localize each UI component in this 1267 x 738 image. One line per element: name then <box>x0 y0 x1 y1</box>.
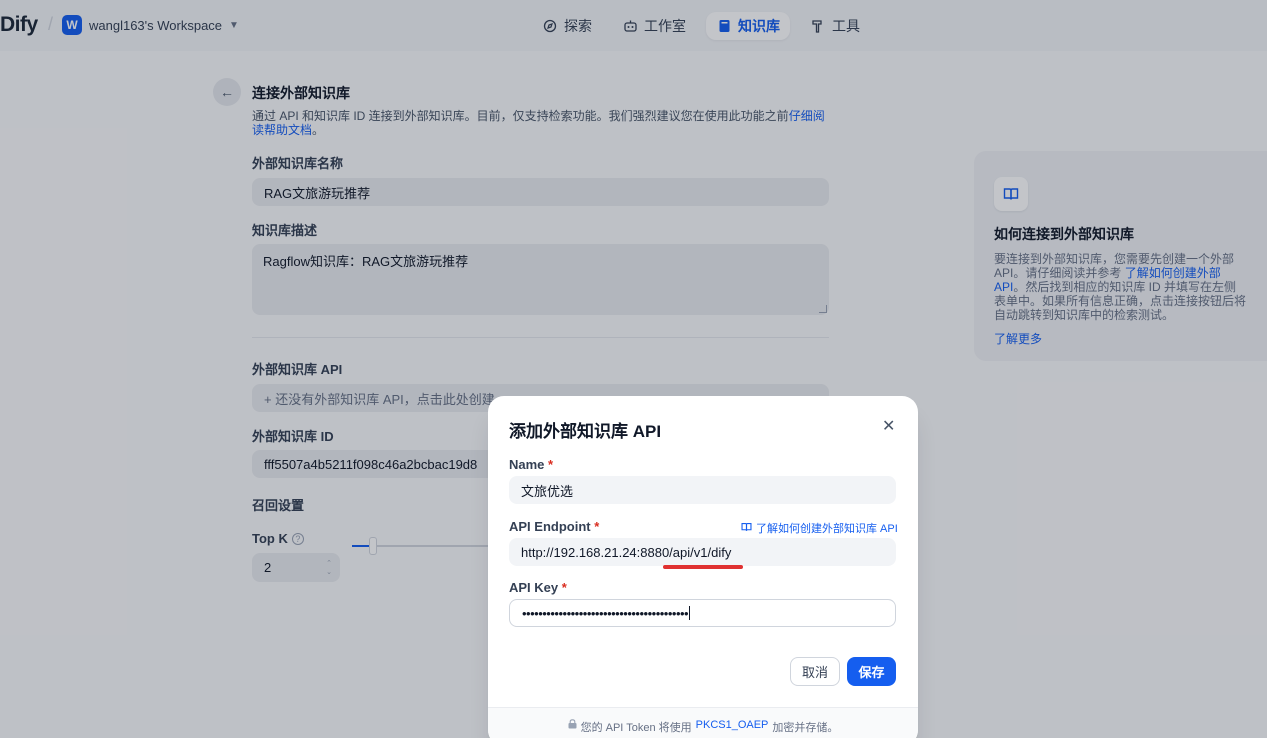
api-endpoint-input[interactable]: http://192.168.21.24:8880/api/v1/dify <box>509 538 896 566</box>
annotation-underline <box>663 565 743 569</box>
api-name-input[interactable]: 文旅优选 <box>509 476 896 504</box>
book-open-icon <box>741 522 752 535</box>
close-icon[interactable]: ✕ <box>882 416 895 436</box>
add-external-api-modal: 添加外部知识库 API ✕ Name * 文旅优选 API Endpoint *… <box>488 396 918 738</box>
modal-title: 添加外部知识库 API <box>509 422 662 441</box>
api-endpoint-label: API Endpoint * <box>509 519 600 534</box>
modal-footer: 您的 API Token 将使用 PKCS1_OAEP 加密并存储。 <box>488 707 918 738</box>
text-caret <box>689 606 691 620</box>
learn-create-api-link[interactable]: 了解如何创建外部知识库 API <box>741 520 898 536</box>
save-button[interactable]: 保存 <box>847 657 896 686</box>
api-name-label: Name * <box>509 457 554 472</box>
required-mark: * <box>561 580 567 595</box>
cancel-button[interactable]: 取消 <box>790 657 840 686</box>
api-key-input[interactable]: ••••••••••••••••••••••••••••••••••••••••… <box>509 599 896 627</box>
pkcs-link[interactable]: PKCS1_OAEP <box>696 719 769 738</box>
required-mark: * <box>548 457 554 472</box>
api-key-label: API Key * <box>509 580 567 595</box>
lock-icon <box>568 719 577 738</box>
required-mark: * <box>594 519 600 534</box>
